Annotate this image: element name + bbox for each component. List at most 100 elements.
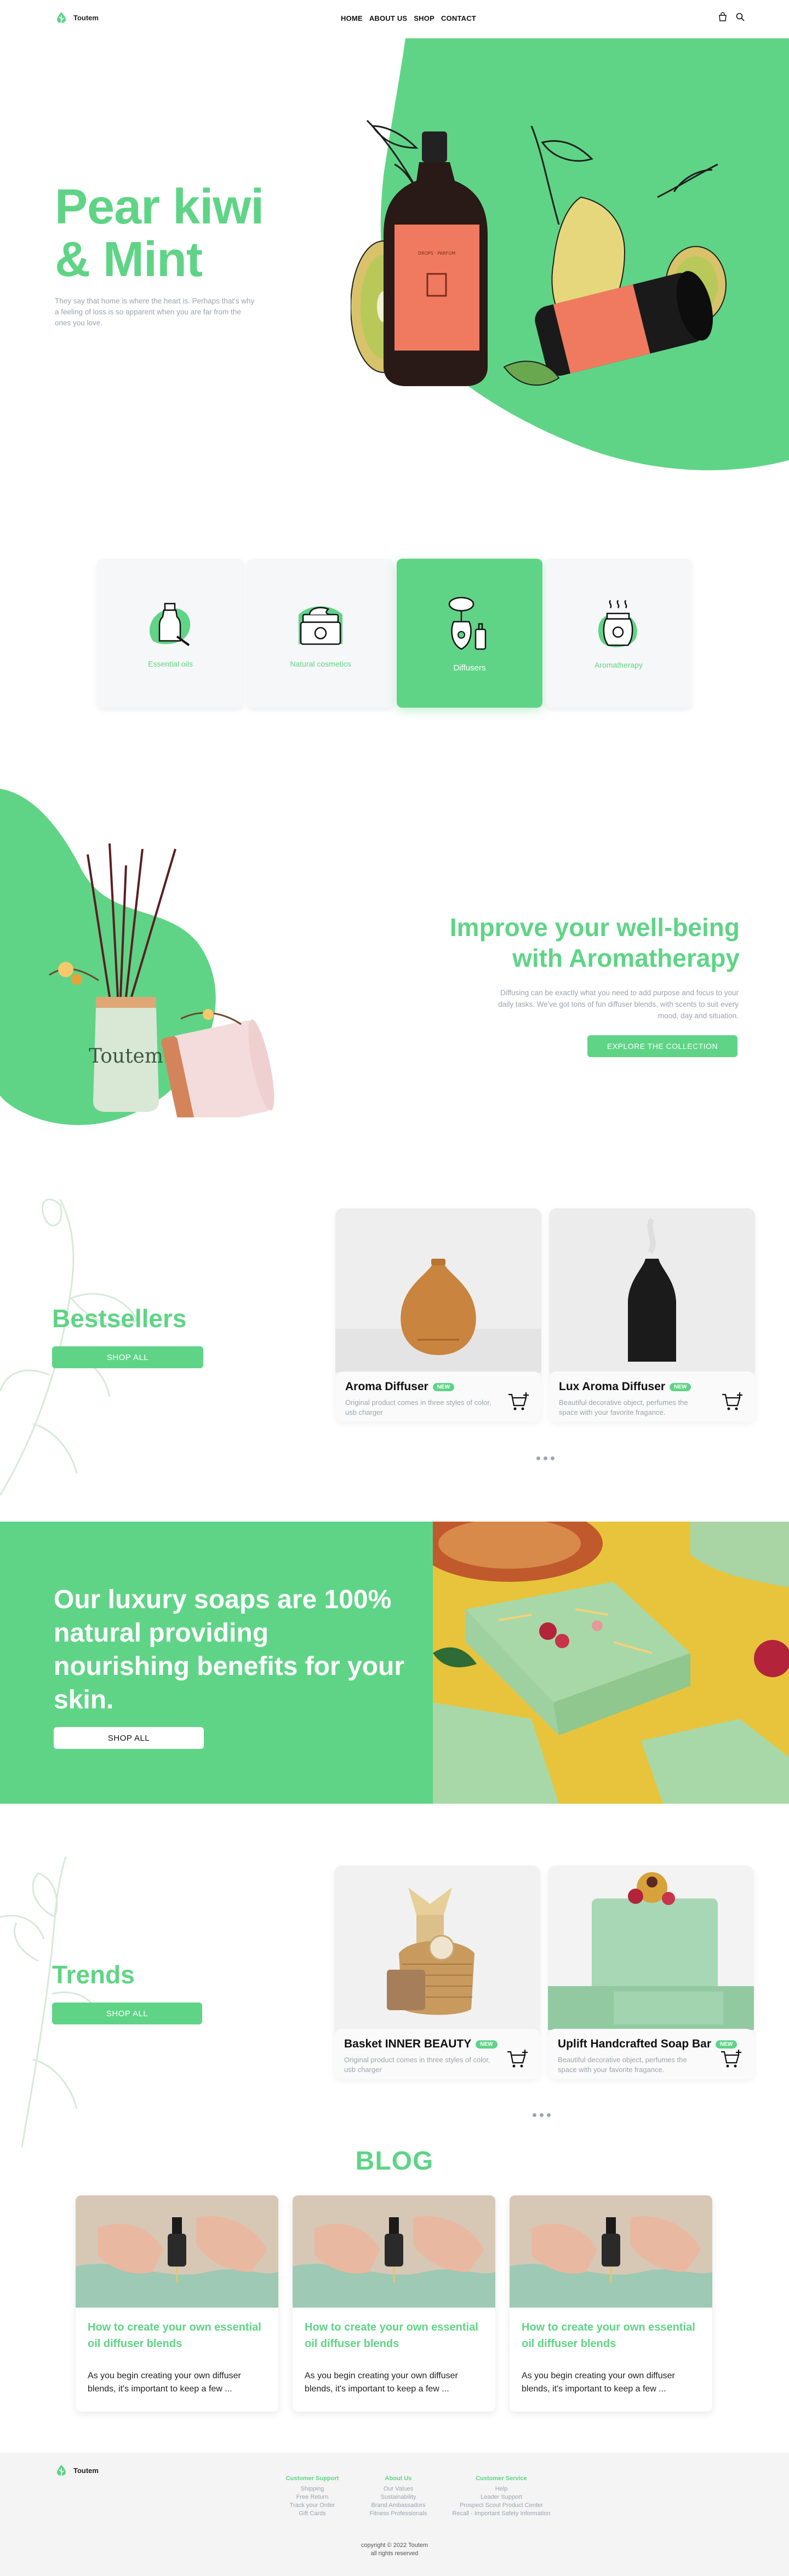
trends-title: Trends — [52, 1960, 135, 1989]
carousel-dot[interactable] — [551, 1456, 554, 1460]
hero-title: Pear kiwi & Mint — [55, 181, 264, 286]
soap-bars-image — [433, 1522, 789, 1804]
carousel-dot[interactable] — [547, 2113, 551, 2117]
lux-aroma-diffuser-image — [549, 1208, 755, 1373]
aroma-text: Diffusing can be exactly what you need t… — [498, 989, 739, 1020]
product-name: Aroma Diffuser — [345, 1380, 428, 1393]
bestsellers-title: Bestsellers — [52, 1304, 187, 1333]
new-badge: NEW — [476, 2040, 498, 2049]
new-badge: NEW — [670, 1382, 691, 1391]
add-to-cart-icon[interactable] — [721, 1392, 743, 1411]
add-to-cart-icon[interactable] — [507, 1392, 529, 1411]
add-to-cart-icon[interactable] — [506, 2050, 528, 2068]
product-card[interactable]: Lux Aroma Diffuser NEW Beautiful decorat… — [549, 1208, 755, 1422]
diffuser-icon — [448, 596, 487, 650]
footer-link[interactable]: Brand Ambassadors — [357, 2502, 439, 2510]
basket-image — [334, 1866, 540, 2030]
product-desc: Beautiful decorative object, perfumes th… — [559, 1398, 688, 1416]
product-desc: Beautiful decorative object, perfumes th… — [558, 2056, 687, 2074]
carousel-dot[interactable] — [536, 1456, 540, 1460]
new-badge: NEW — [716, 2040, 737, 2049]
blog-card[interactable]: How to create your own essential oil dif… — [76, 2195, 278, 2412]
aroma-title-line1: Improve your well-being — [449, 913, 740, 942]
blog-card[interactable]: How to create your own essential oil dif… — [293, 2195, 495, 2412]
footer-link[interactable]: Sustainability — [357, 2493, 439, 2502]
footer-brand-name: Toutem — [73, 2466, 99, 2475]
product-name-row: Lux Aroma Diffuser NEW — [559, 1380, 745, 1393]
product-name-row: Basket INNER BEAUTY NEW — [344, 2038, 530, 2051]
product-card[interactable]: Basket INNER BEAUTY NEW Original product… — [334, 1866, 540, 2079]
oil-bottle-icon — [150, 603, 191, 646]
footer-link[interactable]: Shipping — [274, 2485, 351, 2493]
leaf-logo-icon — [57, 2465, 66, 2476]
hero-product-illustration: DROPS · PARFUM — [351, 119, 727, 386]
product-card[interactable]: Aroma Diffuser NEW Original product come… — [335, 1208, 541, 1422]
footer-link[interactable]: Gift Cards — [274, 2510, 351, 2518]
botanical-line-art — [0, 1856, 100, 2147]
footer-heading: Customer Service — [476, 2475, 527, 2482]
product-name: Uplift Handcrafted Soap Bar — [558, 2038, 712, 2050]
product-card[interactable]: Uplift Handcrafted Soap Bar NEW Beautifu… — [548, 1866, 754, 2079]
product-name: Basket INNER BEAUTY — [344, 2038, 472, 2050]
copyright-line1: copyright © 2022 Toutem — [361, 2542, 428, 2549]
candle-icon — [598, 600, 637, 647]
carousel-dot[interactable] — [533, 2113, 536, 2117]
blog-image — [76, 2195, 278, 2308]
category-diffusers[interactable]: Diffusers — [397, 559, 542, 708]
footer-link[interactable]: Leader Support — [444, 2493, 559, 2502]
footer-link[interactable]: Our Values — [357, 2485, 439, 2493]
blog-post-title[interactable]: How to create your own essential oil dif… — [522, 2319, 702, 2352]
soap-title: Our luxury soaps are 100% natural provid… — [54, 1585, 405, 1714]
hero-text: They say that home is where the heart is… — [55, 297, 255, 327]
blog-title: BLOG — [355, 2147, 434, 2176]
footer-column-about-us: About Us Our Values Sustainability Brand… — [357, 2475, 439, 2518]
carousel-dots — [533, 2113, 551, 2117]
svg-text:DROPS · PARFUM: DROPS · PARFUM — [418, 251, 455, 256]
footer-link[interactable]: Prospect Scout Product Center — [444, 2502, 559, 2510]
footer-logo[interactable]: Toutem — [55, 2464, 99, 2477]
footer-heading: Customer Support — [285, 2475, 339, 2482]
new-badge: NEW — [432, 1382, 455, 1391]
footer-heading: About Us — [385, 2475, 412, 2482]
blog-post-title[interactable]: How to create your own essential oil dif… — [305, 2319, 485, 2352]
product-name-row: Uplift Handcrafted Soap Bar NEW — [558, 2038, 744, 2051]
footer-link[interactable]: Fitness Professionals — [357, 2510, 439, 2518]
category-label: Essential oils — [148, 659, 193, 668]
product-name: Lux Aroma Diffuser — [559, 1380, 666, 1393]
trends-shop-all-button[interactable]: SHOP ALL — [52, 2003, 202, 2024]
footer-column-customer-support: Customer Support Shipping Free Return Tr… — [274, 2475, 351, 2518]
add-to-cart-icon[interactable] — [720, 2050, 742, 2068]
soap-shop-all-button[interactable]: SHOP ALL — [54, 1727, 204, 1749]
footer-link[interactable]: Help — [444, 2485, 559, 2493]
copyright: copyright © 2022 Toutem all rights reser… — [0, 2541, 789, 2558]
footer-link[interactable]: Free Return — [274, 2493, 351, 2502]
blog-image — [510, 2195, 712, 2308]
aroma-title: Improve your well-being with Aromatherap… — [416, 912, 740, 973]
product-name-row: Aroma Diffuser NEW — [345, 1380, 531, 1393]
blog-card[interactable]: How to create your own essential oil dif… — [510, 2195, 712, 2412]
product-desc: Original product comes in three styles o… — [345, 1398, 491, 1416]
footer-link[interactable]: Track your Order — [274, 2502, 351, 2510]
category-natural-cosmetics[interactable]: Natural cosmetics — [248, 559, 393, 708]
blog-post-excerpt: As you begin creating your own diffuser … — [88, 2371, 241, 2394]
hero-title-line2: & Mint — [55, 232, 203, 287]
blog-image — [293, 2195, 495, 2308]
blog-post-excerpt: As you begin creating your own diffuser … — [305, 2371, 458, 2394]
blog-post-excerpt: As you begin creating your own diffuser … — [522, 2371, 675, 2394]
site-footer: Toutem Customer Support Shipping Free Re… — [0, 2453, 789, 2576]
explore-collection-button[interactable]: EXPLORE THE COLLECTION — [587, 1035, 737, 1057]
category-label: Natural cosmetics — [290, 659, 351, 668]
carousel-dot[interactable] — [544, 1456, 547, 1460]
footer-link[interactable]: Recall - Important Safety Information — [444, 2510, 559, 2518]
copyright-line2: all rights reserved — [370, 2550, 419, 2557]
footer-column-customer-service: Customer Service Help Leader Support Pro… — [444, 2475, 559, 2518]
bestsellers-shop-all-button[interactable]: SHOP ALL — [52, 1346, 203, 1368]
category-essential-oils[interactable]: Essential oils — [98, 559, 243, 708]
carousel-dot[interactable] — [540, 2113, 544, 2117]
category-aromatherapy[interactable]: Aromatherapy — [546, 559, 691, 708]
product-desc: Original product comes in three styles o… — [344, 2056, 490, 2074]
hero-title-line1: Pear kiwi — [55, 180, 264, 234]
category-label: Diffusers — [453, 663, 486, 673]
blog-post-title[interactable]: How to create your own essential oil dif… — [88, 2319, 268, 2352]
aroma-title-line2: with Aromatherapy — [512, 944, 740, 972]
